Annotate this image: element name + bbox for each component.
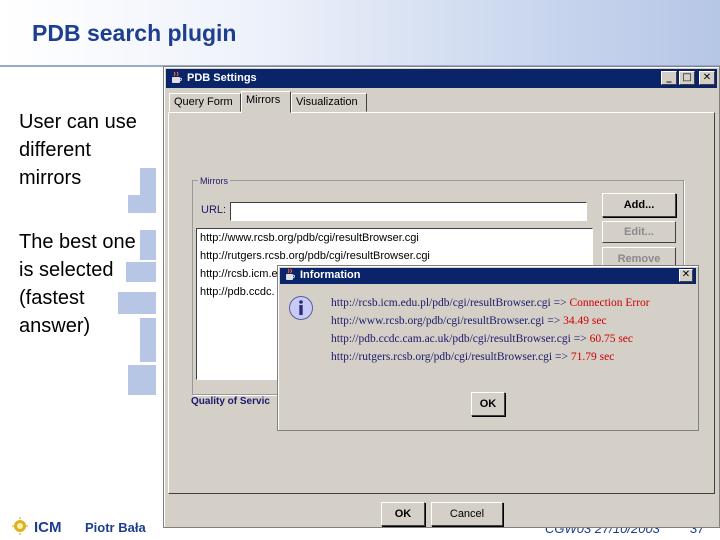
url-input[interactable] (230, 202, 587, 221)
url-label: URL: (201, 204, 227, 216)
slide-title: PDB search plugin (32, 20, 237, 46)
result-message: http://pdb.ccdc.cam.ac.uk/pdb/cgi/result… (331, 333, 634, 345)
java-cup-icon (172, 71, 182, 83)
information-dialog: Information ✕ http://rcsb.icm.edu.pl/pdb… (277, 265, 699, 431)
cancel-button[interactable]: Cancel (431, 502, 503, 526)
window-titlebar[interactable]: PDB Settings _ □ ✕ (166, 69, 717, 88)
list-item[interactable]: http://www.rcsb.org/pdb/cgi/resultBrowse… (197, 229, 592, 247)
footer-author: Piotr Bała (85, 520, 146, 535)
window-title: PDB Settings (187, 72, 257, 84)
dialog-titlebar[interactable]: Information ✕ (280, 268, 696, 284)
decorative-shape (128, 195, 156, 213)
tab-query-form[interactable]: Query Form (169, 93, 241, 112)
maximize-button[interactable]: □ (679, 71, 695, 85)
tab-mirrors[interactable]: Mirrors (241, 91, 291, 113)
bullet-text: User can use different mirrors (19, 111, 137, 189)
dialog-ok-button[interactable]: OK (471, 392, 505, 416)
list-item[interactable]: http://rutgers.rcsb.org/pdb/cgi/resultBr… (197, 247, 592, 265)
edit-button[interactable]: Edit... (602, 221, 676, 243)
mirrors-group-label: Mirrors (198, 176, 230, 186)
quality-of-service-label: Quality of Servic (191, 396, 270, 407)
dialog-close-button[interactable]: ✕ (679, 269, 693, 282)
result-message: http://rutgers.rcsb.org/pdb/cgi/resultBr… (331, 351, 615, 363)
ok-button[interactable]: OK (381, 502, 425, 526)
tab-visualization[interactable]: Visualization (291, 93, 367, 112)
add-button[interactable]: Add... (602, 193, 676, 217)
minimize-button[interactable]: _ (661, 71, 677, 85)
dialog-title: Information (300, 269, 361, 281)
result-message: http://www.rcsb.org/pdb/cgi/resultBrowse… (331, 315, 607, 327)
decorative-shape (128, 365, 156, 395)
bullet-text: The best one is selected (fastest answer… (19, 231, 136, 337)
logo-text: ICM (34, 519, 62, 536)
result-message: http://rcsb.icm.edu.pl/pdb/cgi/resultBro… (331, 297, 650, 309)
close-button[interactable]: ✕ (699, 71, 715, 85)
java-cup-icon (286, 269, 295, 280)
info-icon (289, 296, 313, 320)
icm-logo: ICM (12, 517, 62, 536)
